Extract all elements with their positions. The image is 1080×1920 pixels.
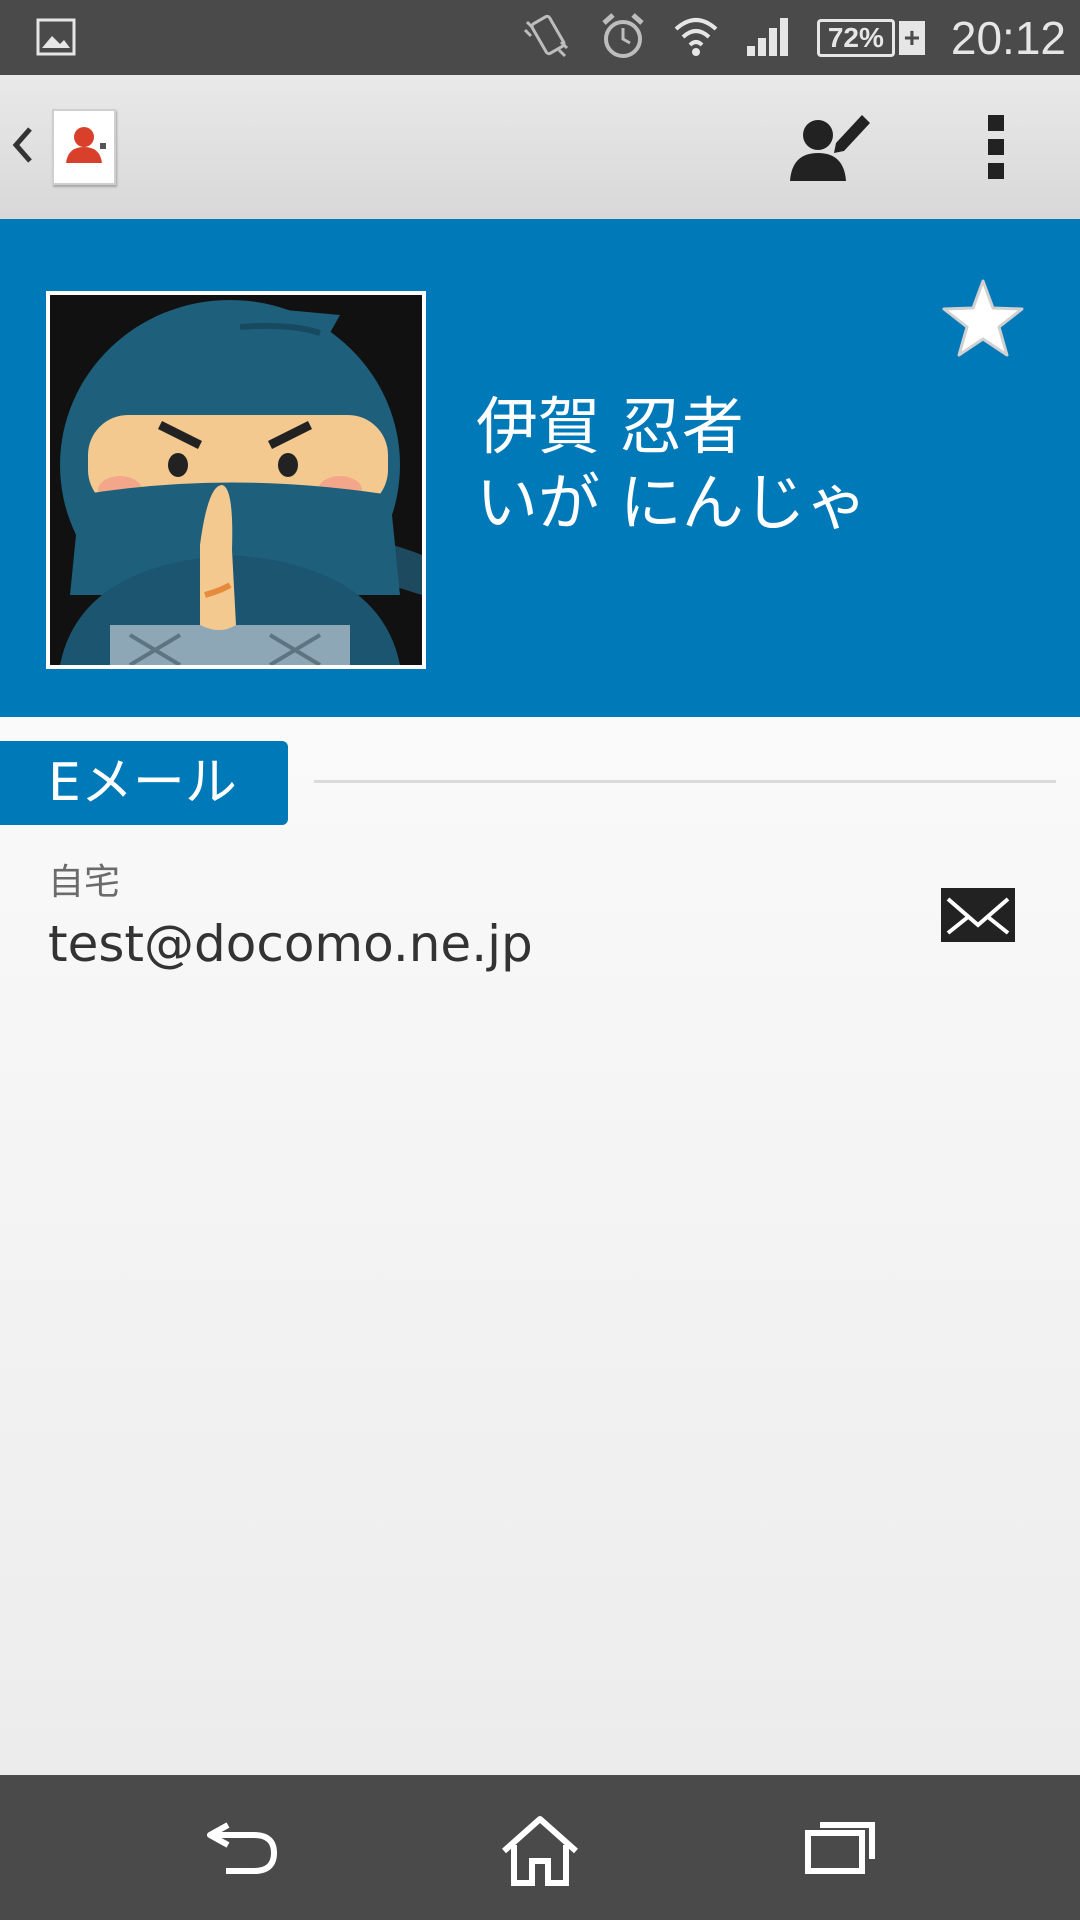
contact-phonetic-name: いが にんじゃ xyxy=(476,466,868,539)
contact-name: 伊賀 忍者 xyxy=(476,390,744,463)
battery-icon: 72% + xyxy=(816,18,925,57)
contact-photo[interactable] xyxy=(46,291,426,669)
edit-contact-icon[interactable] xyxy=(788,107,872,189)
recents-icon[interactable] xyxy=(804,1815,878,1879)
email-type-label: 自宅 xyxy=(48,862,121,903)
contact-details: Eメール 自宅 test@docomo.ne.jp xyxy=(0,717,1080,1775)
section-divider xyxy=(314,780,1056,783)
email-address[interactable]: test@docomo.ne.jp xyxy=(48,915,533,973)
action-bar xyxy=(0,75,1080,219)
contact-header: 伊賀 忍者 いが にんじゃ xyxy=(0,219,1080,717)
email-section-title: Eメール xyxy=(0,741,288,825)
home-icon[interactable] xyxy=(498,1815,582,1891)
battery-percent: 72% xyxy=(816,18,895,57)
send-email-icon[interactable] xyxy=(940,887,1016,947)
status-clock: 20:12 xyxy=(950,11,1066,64)
vibrate-icon xyxy=(521,12,573,64)
contacts-app-icon[interactable] xyxy=(52,109,116,185)
navigation-bar xyxy=(0,1775,1080,1920)
back-icon[interactable] xyxy=(204,1815,280,1881)
gallery-icon xyxy=(36,18,76,60)
alarm-icon xyxy=(599,11,647,65)
status-bar: 72% + 20:12 xyxy=(0,0,1080,75)
charging-indicator: + xyxy=(898,20,925,55)
favorite-star-icon[interactable] xyxy=(940,277,1026,363)
wifi-icon xyxy=(673,15,719,61)
overflow-menu-icon[interactable] xyxy=(986,113,1006,185)
ninja-avatar-icon xyxy=(50,295,422,665)
signal-icon xyxy=(745,16,791,60)
back-chevron-icon[interactable] xyxy=(10,123,36,171)
